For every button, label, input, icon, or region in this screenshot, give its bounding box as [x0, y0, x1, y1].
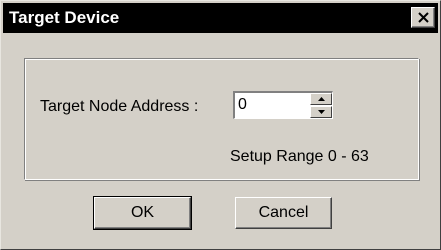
node-address-input[interactable] — [238, 95, 308, 115]
ok-button[interactable]: OK — [93, 196, 192, 230]
title-bar[interactable]: Target Device — [3, 3, 438, 33]
target-node-address-label: Target Node Address : — [40, 98, 199, 115]
node-address-spinbox[interactable] — [233, 91, 333, 119]
close-icon — [418, 12, 429, 23]
arrow-down-icon — [318, 110, 325, 114]
setup-range-text: Setup Range 0 - 63 — [230, 148, 369, 165]
dialog-title: Target Device — [9, 8, 120, 27]
cancel-button[interactable]: Cancel — [235, 197, 332, 229]
spin-buttons — [310, 93, 332, 118]
spin-up-button[interactable] — [310, 93, 332, 105]
arrow-up-icon — [318, 97, 325, 101]
target-device-dialog: Target Device Target Node Address : Setu… — [0, 0, 441, 250]
close-button[interactable] — [411, 7, 435, 28]
spin-down-button[interactable] — [310, 106, 332, 118]
